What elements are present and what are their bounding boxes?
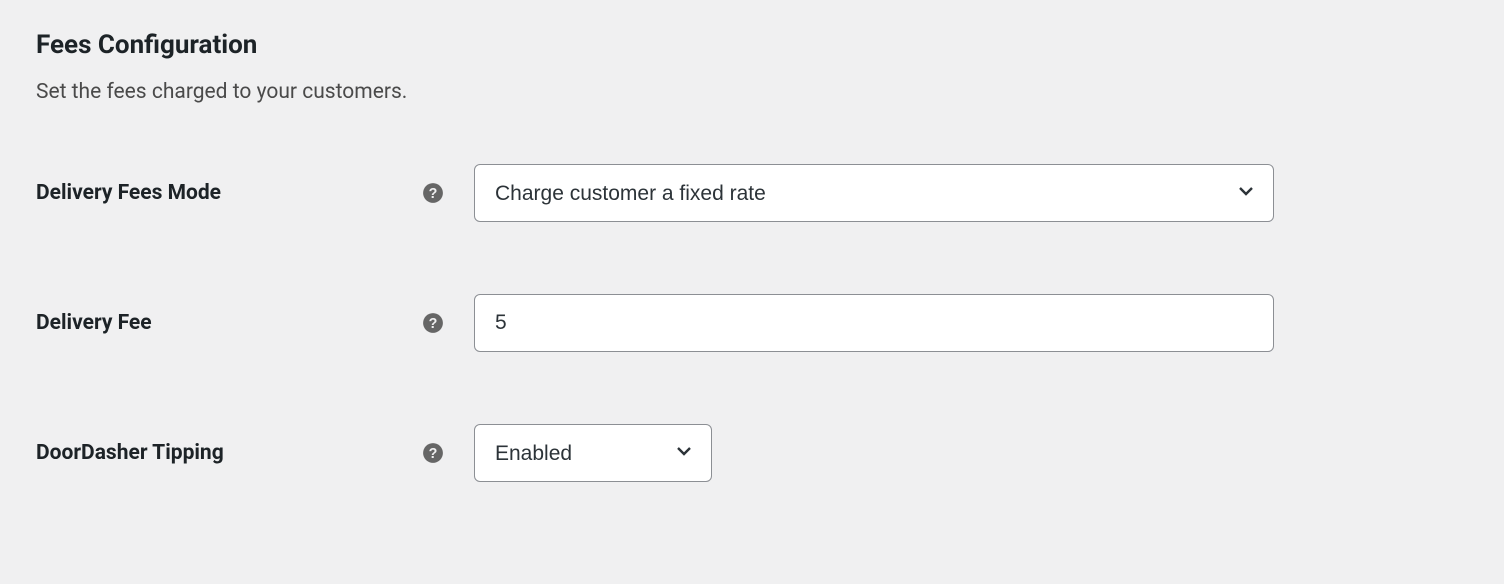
delivery-fee-label: Delivery Fee bbox=[36, 311, 422, 335]
delivery-fee-input[interactable] bbox=[474, 294, 1274, 352]
delivery-fees-mode-select[interactable]: Charge customer a fixed rate bbox=[474, 164, 1274, 222]
help-icon[interactable]: ? bbox=[422, 182, 444, 204]
svg-text:?: ? bbox=[429, 446, 438, 462]
field-row-delivery-fee: Delivery Fee ? bbox=[36, 294, 1468, 352]
svg-text:?: ? bbox=[429, 316, 438, 332]
section-title: Fees Configuration bbox=[36, 30, 1468, 60]
help-icon[interactable]: ? bbox=[422, 312, 444, 334]
doordasher-tipping-select[interactable]: Enabled bbox=[474, 424, 712, 482]
section-description: Set the fees charged to your customers. bbox=[36, 80, 1468, 104]
delivery-fees-mode-label: Delivery Fees Mode bbox=[36, 181, 422, 205]
svg-text:?: ? bbox=[429, 186, 438, 202]
help-icon[interactable]: ? bbox=[422, 442, 444, 464]
field-row-doordasher-tipping: DoorDasher Tipping ? Enabled bbox=[36, 424, 1468, 482]
field-row-delivery-fees-mode: Delivery Fees Mode ? Charge customer a f… bbox=[36, 164, 1468, 222]
doordasher-tipping-label: DoorDasher Tipping bbox=[36, 441, 422, 465]
